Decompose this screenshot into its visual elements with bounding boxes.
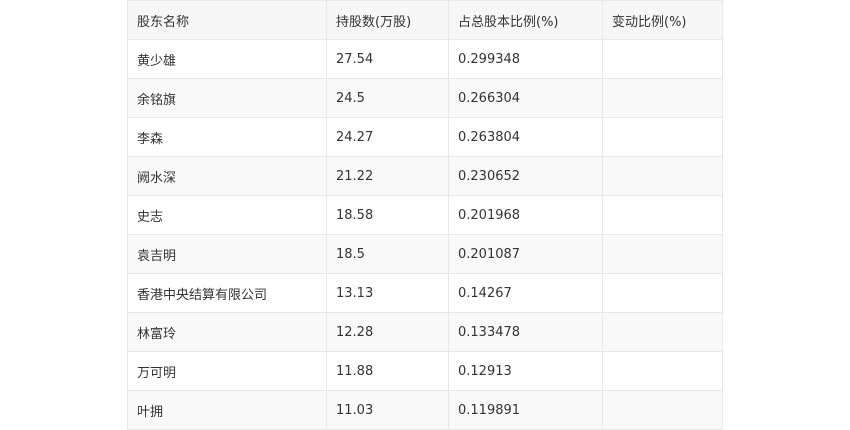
cell-change-ratio [602,156,723,196]
cell-shareholder-name: 林富玲 [127,312,327,352]
table-row: 香港中央结算有限公司 13.13 0.14267 [127,273,723,313]
cell-share-ratio: 0.263804 [448,117,603,157]
table-row: 叶拥 11.03 0.119891 [127,390,723,430]
cell-change-ratio [602,117,723,157]
cell-share-ratio: 0.14267 [448,273,603,313]
table-row: 黄少雄 27.54 0.299348 [127,39,723,79]
cell-shares: 27.54 [326,39,449,79]
cell-change-ratio [602,273,723,313]
cell-share-ratio: 0.133478 [448,312,603,352]
cell-change-ratio [602,39,723,79]
cell-change-ratio [602,195,723,235]
cell-shareholder-name: 余铭旗 [127,78,327,118]
cell-shareholder-name: 万可明 [127,351,327,391]
cell-share-ratio: 0.119891 [448,390,603,430]
table-row: 袁吉明 18.5 0.201087 [127,234,723,274]
table-row: 阙水深 21.22 0.230652 [127,156,723,196]
cell-shareholder-name: 阙水深 [127,156,327,196]
cell-change-ratio [602,78,723,118]
cell-shares: 24.27 [326,117,449,157]
cell-shares: 18.5 [326,234,449,274]
cell-shareholder-name: 李森 [127,117,327,157]
cell-change-ratio [602,312,723,352]
cell-share-ratio: 0.299348 [448,39,603,79]
shareholder-table-container: 股东名称 持股数(万股) 占总股本比例(%) 变动比例(%) 黄少雄 27.54… [127,0,723,430]
cell-share-ratio: 0.201968 [448,195,603,235]
cell-shareholder-name: 叶拥 [127,390,327,430]
cell-shareholder-name: 史志 [127,195,327,235]
table-row: 万可明 11.88 0.12913 [127,351,723,391]
cell-shares: 11.88 [326,351,449,391]
header-shareholder-name: 股东名称 [127,0,327,40]
shareholder-table: 股东名称 持股数(万股) 占总股本比例(%) 变动比例(%) 黄少雄 27.54… [127,0,723,430]
cell-change-ratio [602,390,723,430]
cell-shareholder-name: 香港中央结算有限公司 [127,273,327,313]
header-change-ratio: 变动比例(%) [602,0,723,40]
cell-shares: 12.28 [326,312,449,352]
cell-share-ratio: 0.230652 [448,156,603,196]
cell-share-ratio: 0.201087 [448,234,603,274]
header-share-ratio: 占总股本比例(%) [448,0,603,40]
table-row: 李森 24.27 0.263804 [127,117,723,157]
cell-share-ratio: 0.12913 [448,351,603,391]
cell-change-ratio [602,234,723,274]
cell-shareholder-name: 黄少雄 [127,39,327,79]
header-shares: 持股数(万股) [326,0,449,40]
cell-shares: 21.22 [326,156,449,196]
table-row: 余铭旗 24.5 0.266304 [127,78,723,118]
table-row: 林富玲 12.28 0.133478 [127,312,723,352]
cell-share-ratio: 0.266304 [448,78,603,118]
cell-shareholder-name: 袁吉明 [127,234,327,274]
cell-change-ratio [602,351,723,391]
table-row: 史志 18.58 0.201968 [127,195,723,235]
table-header-row: 股东名称 持股数(万股) 占总股本比例(%) 变动比例(%) [127,0,723,40]
cell-shares: 18.58 [326,195,449,235]
cell-shares: 13.13 [326,273,449,313]
cell-shares: 24.5 [326,78,449,118]
cell-shares: 11.03 [326,390,449,430]
